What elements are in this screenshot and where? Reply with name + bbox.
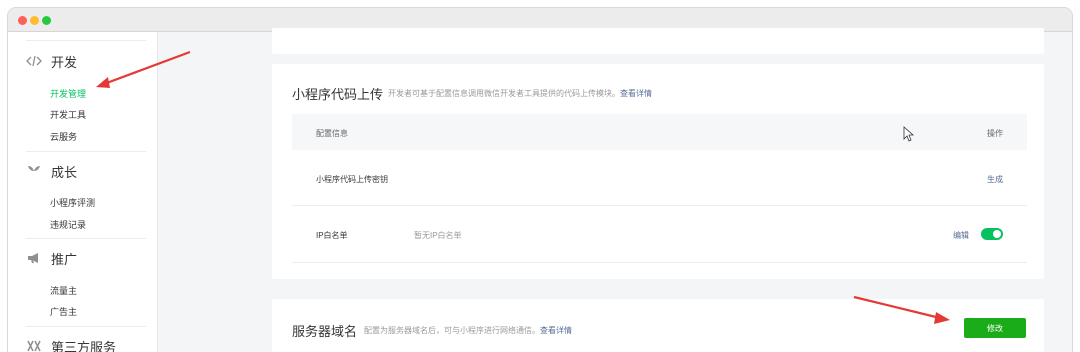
table-header: 配置信息 操作 — [292, 114, 1027, 150]
toggle-knob — [993, 230, 1001, 238]
table-row: 小程序代码上传密钥 生成 — [292, 150, 1027, 206]
generate-link[interactable]: 生成 — [987, 174, 1003, 185]
sidebar-divider — [26, 151, 146, 152]
modify-button[interactable]: 修改 — [964, 318, 1026, 338]
ip-whitelist-value: 暂无IP白名单 — [414, 231, 462, 240]
sidebar-group-dev[interactable]: 开发 — [26, 51, 77, 71]
sprout-icon — [26, 163, 42, 179]
server-domain-card: 服务器域名 配置为服务器域名后，可与小程序进行网络通信。查看详情 修改 — [272, 299, 1044, 352]
row-name: 小程序代码上传密钥 — [316, 175, 388, 184]
sidebar-item-violation-records[interactable]: 违规记录 — [50, 218, 86, 231]
sidebar-group-promotion[interactable]: 推广 — [26, 248, 77, 268]
details-link[interactable]: 查看详情 — [620, 89, 652, 98]
sidebar-group-label: 推广 — [51, 251, 78, 267]
sidebar-item-cloud-service[interactable]: 云服务 — [50, 130, 77, 143]
row-name: IP白名单 — [316, 231, 348, 240]
sidebar-divider — [26, 326, 146, 327]
card-title: 小程序代码上传 — [292, 87, 384, 102]
details-link[interactable]: 查看详情 — [540, 326, 572, 335]
card-description-text: 配置为服务器域名后，可与小程序进行网络通信。 — [364, 326, 540, 335]
main-content: 小程序代码上传 开发者可基于配置信息调用微信开发者工具提供的代码上传模块。查看详… — [158, 28, 1072, 352]
sidebar-group-label: 成长 — [51, 164, 78, 180]
close-window-button[interactable] — [18, 16, 27, 25]
table-row: IP白名单 暂无IP白名单 编辑 — [292, 206, 1027, 263]
card-description: 开发者可基于配置信息调用微信开发者工具提供的代码上传模块。查看详情 — [388, 88, 652, 99]
minimize-window-button[interactable] — [30, 16, 39, 25]
card-description-text: 开发者可基于配置信息调用微信开发者工具提供的代码上传模块。 — [388, 89, 620, 98]
sidebar-item-dev-management[interactable]: 开发管理 — [50, 87, 86, 100]
sidebar-group-growth[interactable]: 成长 — [26, 161, 77, 181]
sidebar-divider — [26, 238, 146, 239]
third-party-icon — [26, 338, 42, 352]
card-title: 服务器域名 — [292, 324, 358, 339]
sidebar-divider — [26, 40, 146, 41]
column-header-action: 操作 — [987, 129, 1003, 138]
edit-link[interactable]: 编辑 — [953, 230, 969, 241]
ip-whitelist-toggle[interactable] — [981, 228, 1003, 240]
sidebar-group-label: 第三方服务 — [51, 339, 117, 352]
sidebar-group-third-party[interactable]: 第三方服务 — [26, 336, 116, 352]
zoom-window-button[interactable] — [42, 16, 51, 25]
sidebar-item-advertiser[interactable]: 广告主 — [50, 305, 77, 318]
sidebar-item-dev-tools[interactable]: 开发工具 — [50, 108, 86, 121]
sidebar: 开发 开发管理 开发工具 云服务 成长 小程序评测 违规记录 推广 流量主 广告… — [8, 32, 158, 352]
previous-card — [272, 28, 1044, 54]
sidebar-item-traffic-host[interactable]: 流量主 — [50, 284, 77, 297]
sidebar-item-mini-program-review[interactable]: 小程序评测 — [50, 196, 95, 209]
card-description: 配置为服务器域名后，可与小程序进行网络通信。查看详情 — [364, 325, 572, 336]
sidebar-group-label: 开发 — [51, 54, 78, 70]
column-header-config: 配置信息 — [316, 129, 348, 138]
code-upload-card: 小程序代码上传 开发者可基于配置信息调用微信开发者工具提供的代码上传模块。查看详… — [272, 64, 1044, 279]
megaphone-icon — [26, 250, 42, 266]
code-icon — [26, 53, 42, 69]
app-window: 开发 开发管理 开发工具 云服务 成长 小程序评测 违规记录 推广 流量主 广告… — [8, 8, 1072, 352]
